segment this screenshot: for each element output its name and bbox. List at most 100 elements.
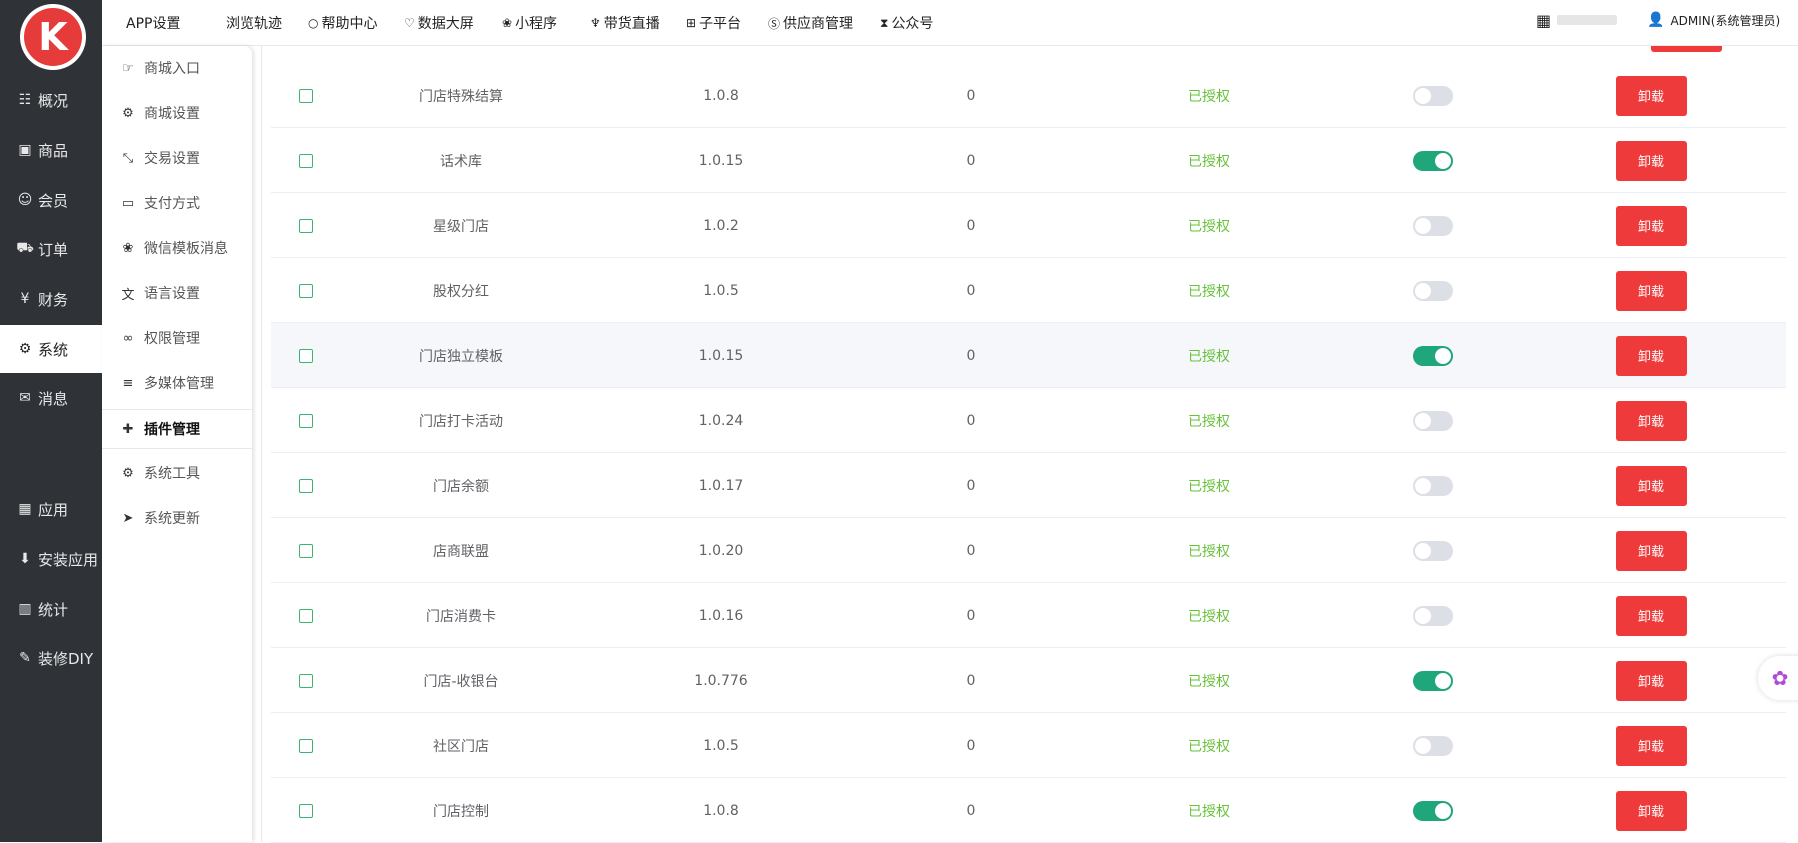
row-checkbox[interactable] xyxy=(299,413,313,428)
plugin-version: 1.0.20 xyxy=(698,542,744,559)
plugin-count: 0 xyxy=(966,802,976,819)
enable-toggle[interactable] xyxy=(1413,280,1453,301)
action-cell: 卸载 xyxy=(1601,388,1701,453)
enable-toggle[interactable] xyxy=(1413,410,1453,431)
sidebar-item-1[interactable]: ▣ 商品 xyxy=(0,126,102,174)
top-nav-item-0[interactable]: APP设置 xyxy=(126,0,180,46)
enable-toggle[interactable] xyxy=(1413,605,1453,626)
submenu-item-3[interactable]: ▭ 支付方式 xyxy=(102,183,252,223)
table-row: 星级门店 1.0.2 0 已授权 卸载 xyxy=(271,193,1786,258)
top-nav-item-1[interactable]: 浏览轨迹 xyxy=(226,0,282,46)
plugin-version: 1.0.15 xyxy=(698,347,744,364)
paint-icon: ✎ xyxy=(19,650,31,666)
gear-icon: ⚙ xyxy=(122,465,134,481)
uninstall-button[interactable]: 卸载 xyxy=(1615,725,1687,766)
plugin-name: 门店-收银台 xyxy=(423,673,499,690)
top-nav-item-6[interactable]: ⊞ 子平台 xyxy=(686,0,741,46)
sidebar-item-10[interactable]: ✎ 装修DIY xyxy=(0,634,102,682)
enable-toggle[interactable] xyxy=(1413,735,1453,756)
row-checkbox[interactable] xyxy=(299,738,313,753)
submenu-item-label: 系统工具 xyxy=(144,466,200,482)
row-checkbox[interactable] xyxy=(299,478,313,493)
enable-toggle[interactable] xyxy=(1413,670,1453,691)
sidebar-item-label: 系统 xyxy=(38,340,69,359)
submenu-item-7[interactable]: ≡ 多媒体管理 xyxy=(102,363,252,403)
sidebar-item-7[interactable]: ▦ 应用 xyxy=(0,485,102,533)
top-nav-item-3[interactable]: ♡ 数据大屏 xyxy=(404,0,474,46)
top-nav-item-8[interactable]: ⧗ 公众号 xyxy=(880,0,933,46)
uninstall-button[interactable]: 卸载 xyxy=(1615,335,1687,376)
sidebar-item-9[interactable]: ▥ 统计 xyxy=(0,585,102,633)
plugin-count: 0 xyxy=(966,542,976,559)
enable-toggle[interactable] xyxy=(1413,215,1453,236)
row-checkbox[interactable] xyxy=(299,608,313,623)
brain-widget[interactable]: ✿ xyxy=(1758,656,1798,700)
uninstall-button[interactable]: 卸载 xyxy=(1615,465,1687,506)
submenu-item-5[interactable]: 文语言设置 xyxy=(102,273,252,313)
grid-switch[interactable]: ▦ xyxy=(1536,0,1618,40)
logo[interactable]: K xyxy=(20,4,86,70)
row-checkbox[interactable] xyxy=(299,153,313,168)
top-nav-item-2[interactable]: ○ 帮助中心 xyxy=(308,0,377,46)
enable-toggle[interactable] xyxy=(1413,540,1453,561)
submenu-item-10[interactable]: ➤ 系统更新 xyxy=(102,498,252,538)
toggle-knob xyxy=(1435,672,1451,689)
uninstall-button[interactable]: 卸载 xyxy=(1615,270,1687,311)
uninstall-button[interactable]: 卸载 xyxy=(1615,140,1687,181)
enable-toggle[interactable] xyxy=(1413,85,1453,106)
sidebar-item-3[interactable]: ⛟ 订单 xyxy=(0,225,102,273)
enable-toggle[interactable] xyxy=(1413,345,1453,366)
sidebar-item-2[interactable]: ☺ 会员 xyxy=(0,176,102,224)
uninstall-button-partial[interactable] xyxy=(1651,46,1722,52)
uninstall-button[interactable]: 卸载 xyxy=(1615,790,1687,831)
install-icon: ⬇ xyxy=(19,551,31,567)
submenu-item-label: 多媒体管理 xyxy=(144,376,214,392)
uninstall-button[interactable]: 卸载 xyxy=(1615,595,1687,636)
user-menu[interactable]: 👤 ADMIN(系统管理员) xyxy=(1647,0,1780,40)
submenu-item-0[interactable]: ☞ 商城入口 xyxy=(102,48,252,88)
checkbox-cell xyxy=(271,63,341,128)
row-checkbox[interactable] xyxy=(299,283,313,298)
auth-status: 已授权 xyxy=(1188,283,1230,300)
submenu-item-9[interactable]: ⚙ 系统工具 xyxy=(102,453,252,493)
enable-toggle[interactable] xyxy=(1413,150,1453,171)
sidebar-item-5[interactable]: ⚙ 系统 xyxy=(0,325,102,373)
row-checkbox[interactable] xyxy=(299,218,313,233)
gear-icon: ⚙ xyxy=(18,341,32,357)
uninstall-button[interactable]: 卸载 xyxy=(1615,660,1687,701)
submenu-item-label: 权限管理 xyxy=(144,331,200,347)
plugin-count: 0 xyxy=(966,152,976,169)
row-checkbox[interactable] xyxy=(299,673,313,688)
top-nav-item-7[interactable]: Ⓢ 供应商管理 xyxy=(768,0,853,46)
uninstall-button[interactable]: 卸载 xyxy=(1615,530,1687,571)
plugin-name: 店商联盟 xyxy=(433,543,489,560)
enable-toggle[interactable] xyxy=(1413,475,1453,496)
switch-cell xyxy=(1383,63,1483,128)
row-checkbox[interactable] xyxy=(299,543,313,558)
top-nav-item-4[interactable]: ❀ 小程序 xyxy=(502,0,557,46)
sidebar-item-6[interactable]: ✉ 消息 xyxy=(0,374,102,422)
sidebar-item-4[interactable]: ¥ 财务 xyxy=(0,275,102,323)
row-checkbox[interactable] xyxy=(299,348,313,363)
sidebar-item-8[interactable]: ⬇ 安装应用 xyxy=(0,535,102,583)
row-checkbox[interactable] xyxy=(299,803,313,818)
sidebar-item-0[interactable]: ☷ 概况 xyxy=(0,76,102,124)
row-checkbox[interactable] xyxy=(299,88,313,103)
submenu-item-8[interactable]: ✚ 插件管理 xyxy=(102,409,252,449)
sidebar-item-label: 消息 xyxy=(38,389,69,408)
uninstall-button[interactable]: 卸载 xyxy=(1615,75,1687,116)
uninstall-button[interactable]: 卸载 xyxy=(1615,205,1687,246)
language-icon: 文 xyxy=(121,287,135,303)
uninstall-button[interactable]: 卸载 xyxy=(1615,400,1687,441)
enable-toggle[interactable] xyxy=(1413,800,1453,821)
top-nav-item-5[interactable]: ♆ 带货直播 xyxy=(590,0,660,46)
submenu-item-1[interactable]: ⚙ 商城设置 xyxy=(102,93,252,133)
submenu-item-2[interactable]: ⤡ 交易设置 xyxy=(102,138,252,178)
user-icon: 👤 xyxy=(1647,12,1665,28)
submenu-item-6[interactable]: ∞ 权限管理 xyxy=(102,318,252,358)
submenu-item-4[interactable]: ❀ 微信模板消息 xyxy=(102,228,252,268)
auth-status: 已授权 xyxy=(1188,543,1230,560)
plugin-version: 1.0.8 xyxy=(703,87,739,104)
plugin-count: 0 xyxy=(966,347,976,364)
credit-card-icon: ▭ xyxy=(121,195,135,211)
